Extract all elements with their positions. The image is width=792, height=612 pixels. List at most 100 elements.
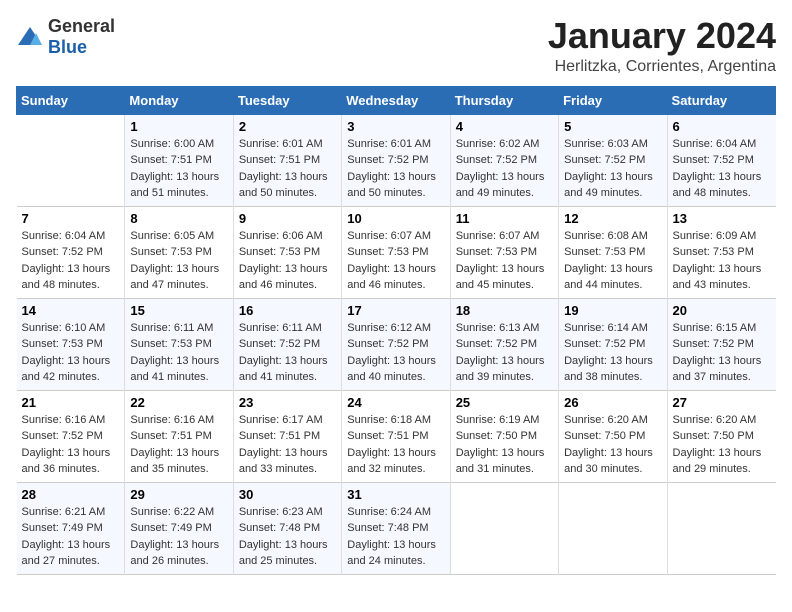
weekday-header-saturday: Saturday [667, 86, 775, 114]
day-info: Sunrise: 6:11 AMSunset: 7:52 PMDaylight:… [239, 322, 328, 384]
calendar-cell: 26 Sunrise: 6:20 AMSunset: 7:50 PMDaylig… [559, 390, 667, 482]
calendar-cell: 17 Sunrise: 6:12 AMSunset: 7:52 PMDaylig… [342, 298, 450, 390]
weekday-header-tuesday: Tuesday [233, 86, 341, 114]
day-number: 24 [347, 395, 444, 410]
calendar-cell: 18 Sunrise: 6:13 AMSunset: 7:52 PMDaylig… [450, 298, 558, 390]
day-number: 30 [239, 487, 336, 502]
day-number: 8 [130, 211, 227, 226]
location-title: Herlitzka, Corrientes, Argentina [548, 58, 776, 76]
day-number: 2 [239, 119, 336, 134]
calendar-cell: 30 Sunrise: 6:23 AMSunset: 7:48 PMDaylig… [233, 482, 341, 574]
day-info: Sunrise: 6:06 AMSunset: 7:53 PMDaylight:… [239, 230, 328, 292]
day-number: 26 [564, 395, 661, 410]
calendar-table: SundayMondayTuesdayWednesdayThursdayFrid… [16, 86, 776, 575]
day-info: Sunrise: 6:22 AMSunset: 7:49 PMDaylight:… [130, 506, 219, 568]
week-row-1: 7 Sunrise: 6:04 AMSunset: 7:52 PMDayligh… [17, 206, 776, 298]
day-info: Sunrise: 6:16 AMSunset: 7:51 PMDaylight:… [130, 414, 219, 476]
day-info: Sunrise: 6:08 AMSunset: 7:53 PMDaylight:… [564, 230, 653, 292]
day-number: 25 [456, 395, 553, 410]
day-number: 11 [456, 211, 553, 226]
calendar-cell: 3 Sunrise: 6:01 AMSunset: 7:52 PMDayligh… [342, 114, 450, 206]
weekday-header-row: SundayMondayTuesdayWednesdayThursdayFrid… [17, 86, 776, 114]
day-info: Sunrise: 6:00 AMSunset: 7:51 PMDaylight:… [130, 138, 219, 200]
calendar-cell: 8 Sunrise: 6:05 AMSunset: 7:53 PMDayligh… [125, 206, 233, 298]
day-number: 6 [673, 119, 771, 134]
day-number: 3 [347, 119, 444, 134]
calendar-cell: 27 Sunrise: 6:20 AMSunset: 7:50 PMDaylig… [667, 390, 775, 482]
day-info: Sunrise: 6:14 AMSunset: 7:52 PMDaylight:… [564, 322, 653, 384]
calendar-cell: 21 Sunrise: 6:16 AMSunset: 7:52 PMDaylig… [17, 390, 125, 482]
day-number: 23 [239, 395, 336, 410]
week-row-3: 21 Sunrise: 6:16 AMSunset: 7:52 PMDaylig… [17, 390, 776, 482]
day-info: Sunrise: 6:20 AMSunset: 7:50 PMDaylight:… [673, 414, 762, 476]
day-number: 14 [22, 303, 120, 318]
day-number: 17 [347, 303, 444, 318]
calendar-cell: 14 Sunrise: 6:10 AMSunset: 7:53 PMDaylig… [17, 298, 125, 390]
calendar-cell: 4 Sunrise: 6:02 AMSunset: 7:52 PMDayligh… [450, 114, 558, 206]
day-number: 5 [564, 119, 661, 134]
calendar-cell: 20 Sunrise: 6:15 AMSunset: 7:52 PMDaylig… [667, 298, 775, 390]
day-number: 21 [22, 395, 120, 410]
calendar-cell: 19 Sunrise: 6:14 AMSunset: 7:52 PMDaylig… [559, 298, 667, 390]
weekday-header-wednesday: Wednesday [342, 86, 450, 114]
logo-icon [16, 25, 44, 49]
day-number: 15 [130, 303, 227, 318]
day-info: Sunrise: 6:10 AMSunset: 7:53 PMDaylight:… [22, 322, 111, 384]
day-info: Sunrise: 6:04 AMSunset: 7:52 PMDaylight:… [673, 138, 762, 200]
day-info: Sunrise: 6:01 AMSunset: 7:51 PMDaylight:… [239, 138, 328, 200]
day-number: 12 [564, 211, 661, 226]
day-info: Sunrise: 6:15 AMSunset: 7:52 PMDaylight:… [673, 322, 762, 384]
day-info: Sunrise: 6:18 AMSunset: 7:51 PMDaylight:… [347, 414, 436, 476]
day-info: Sunrise: 6:19 AMSunset: 7:50 PMDaylight:… [456, 414, 545, 476]
calendar-cell: 5 Sunrise: 6:03 AMSunset: 7:52 PMDayligh… [559, 114, 667, 206]
day-number: 10 [347, 211, 444, 226]
calendar-cell [450, 482, 558, 574]
calendar-cell: 10 Sunrise: 6:07 AMSunset: 7:53 PMDaylig… [342, 206, 450, 298]
day-number: 9 [239, 211, 336, 226]
day-info: Sunrise: 6:16 AMSunset: 7:52 PMDaylight:… [22, 414, 111, 476]
day-number: 22 [130, 395, 227, 410]
day-info: Sunrise: 6:21 AMSunset: 7:49 PMDaylight:… [22, 506, 111, 568]
calendar-cell: 9 Sunrise: 6:06 AMSunset: 7:53 PMDayligh… [233, 206, 341, 298]
day-number: 4 [456, 119, 553, 134]
logo-blue: Blue [48, 37, 87, 57]
day-info: Sunrise: 6:24 AMSunset: 7:48 PMDaylight:… [347, 506, 436, 568]
week-row-0: 1 Sunrise: 6:00 AMSunset: 7:51 PMDayligh… [17, 114, 776, 206]
calendar-cell: 6 Sunrise: 6:04 AMSunset: 7:52 PMDayligh… [667, 114, 775, 206]
calendar-cell: 23 Sunrise: 6:17 AMSunset: 7:51 PMDaylig… [233, 390, 341, 482]
calendar-cell: 16 Sunrise: 6:11 AMSunset: 7:52 PMDaylig… [233, 298, 341, 390]
day-info: Sunrise: 6:02 AMSunset: 7:52 PMDaylight:… [456, 138, 545, 200]
day-info: Sunrise: 6:20 AMSunset: 7:50 PMDaylight:… [564, 414, 653, 476]
day-info: Sunrise: 6:23 AMSunset: 7:48 PMDaylight:… [239, 506, 328, 568]
calendar-cell [559, 482, 667, 574]
day-number: 19 [564, 303, 661, 318]
calendar-cell [667, 482, 775, 574]
day-number: 16 [239, 303, 336, 318]
day-info: Sunrise: 6:09 AMSunset: 7:53 PMDaylight:… [673, 230, 762, 292]
logo-general: General [48, 16, 115, 36]
day-info: Sunrise: 6:12 AMSunset: 7:52 PMDaylight:… [347, 322, 436, 384]
page-header: General Blue January 2024 Herlitzka, Cor… [16, 16, 776, 76]
calendar-cell: 1 Sunrise: 6:00 AMSunset: 7:51 PMDayligh… [125, 114, 233, 206]
logo: General Blue [16, 16, 115, 58]
day-number: 28 [22, 487, 120, 502]
title-block: January 2024 Herlitzka, Corrientes, Arge… [548, 16, 776, 76]
weekday-header-monday: Monday [125, 86, 233, 114]
calendar-cell: 29 Sunrise: 6:22 AMSunset: 7:49 PMDaylig… [125, 482, 233, 574]
calendar-cell: 22 Sunrise: 6:16 AMSunset: 7:51 PMDaylig… [125, 390, 233, 482]
day-info: Sunrise: 6:07 AMSunset: 7:53 PMDaylight:… [456, 230, 545, 292]
day-number: 29 [130, 487, 227, 502]
weekday-header-thursday: Thursday [450, 86, 558, 114]
day-number: 31 [347, 487, 444, 502]
calendar-cell: 31 Sunrise: 6:24 AMSunset: 7:48 PMDaylig… [342, 482, 450, 574]
day-info: Sunrise: 6:07 AMSunset: 7:53 PMDaylight:… [347, 230, 436, 292]
calendar-cell: 11 Sunrise: 6:07 AMSunset: 7:53 PMDaylig… [450, 206, 558, 298]
day-number: 7 [22, 211, 120, 226]
day-info: Sunrise: 6:04 AMSunset: 7:52 PMDaylight:… [22, 230, 111, 292]
day-info: Sunrise: 6:17 AMSunset: 7:51 PMDaylight:… [239, 414, 328, 476]
day-number: 27 [673, 395, 771, 410]
calendar-cell: 24 Sunrise: 6:18 AMSunset: 7:51 PMDaylig… [342, 390, 450, 482]
day-info: Sunrise: 6:05 AMSunset: 7:53 PMDaylight:… [130, 230, 219, 292]
week-row-4: 28 Sunrise: 6:21 AMSunset: 7:49 PMDaylig… [17, 482, 776, 574]
weekday-header-friday: Friday [559, 86, 667, 114]
